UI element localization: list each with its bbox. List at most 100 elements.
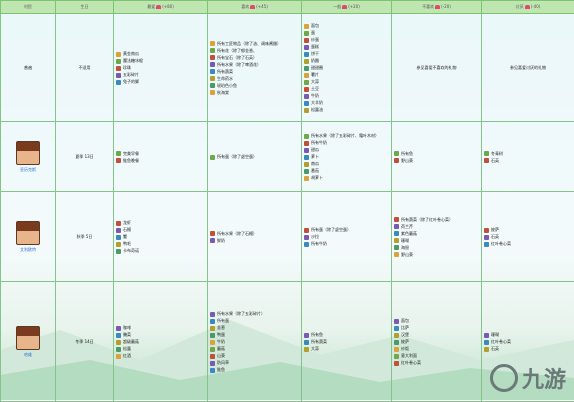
gift-item-icon (116, 66, 121, 71)
list-item: 所有工匠物品（除了油、调味酱醋） (210, 40, 299, 47)
neutral-list: 所有水果（除了五彩碎片、霜叶木材）所有牛奶甜瓜萝卜南瓜番茄胡萝卜 (304, 132, 389, 181)
gift-item-icon (394, 245, 399, 250)
gift-item-label: 紫色蘑菇 (401, 231, 417, 236)
neutral-list: 所有蛋（除了虚空蛋）沙拉所有牛奶 (304, 226, 389, 247)
gift-item-icon (304, 59, 309, 64)
love-list: 完美早餐鲑鱼晚餐 (116, 150, 205, 164)
list-item: 野山葵 (394, 251, 479, 258)
gift-item-icon (210, 83, 215, 88)
love-cell: 龙虾石榴蟹鸭毛卡布奇诺 (114, 192, 208, 282)
gift-item-label: 所有牛奶 (311, 241, 327, 246)
gift-item-label: 石英 (491, 346, 499, 351)
gift-item-icon (304, 24, 309, 29)
heart-icon (525, 5, 530, 9)
gift-item-icon (116, 221, 121, 226)
list-item: 汉堡 (394, 331, 479, 338)
gift-item-icon (116, 228, 121, 233)
list-item: 松露油 (304, 106, 389, 113)
list-item: 所有水果（除了五彩碎片、霜叶木材） (304, 132, 389, 139)
gift-item-label: 鲑鱼晚餐 (123, 158, 139, 163)
dislike-reference-text: 参见喜爱不喜欢的礼物 (417, 65, 457, 70)
gift-item-icon (210, 319, 215, 324)
gift-item-icon (484, 235, 489, 240)
like-cell: 所有蛋（除了虚空蛋） (208, 122, 302, 192)
gift-item-icon (116, 354, 121, 359)
villager-portrait (16, 326, 40, 350)
gift-item-label: 所有工匠物品（除了油、调味酱醋） (217, 41, 281, 46)
heart-icon (435, 5, 440, 9)
neutral-list: 所有鱼所有蔬菜大蒜 (304, 331, 389, 352)
gift-item-label: 大羊奶 (311, 100, 323, 105)
gift-item-label: 山葵 (217, 353, 225, 358)
gift-item-label: 蛋 (311, 30, 315, 35)
gift-item-label: 松露 (123, 346, 131, 351)
gift-table: 村民 生日 最爱(+80) 喜欢(+45) 一般(+20) 不喜欢(-20) 讨… (0, 0, 574, 402)
gift-item-label: 防风草 (217, 360, 229, 365)
gift-item-label: 红叶卷心菜 (491, 339, 511, 344)
list-item: 所有蛋（除了虚空蛋） (304, 226, 389, 233)
list-item: 卡布奇诺 (116, 247, 205, 254)
gift-item-label: 面包 (401, 318, 409, 323)
gift-item-icon (304, 134, 309, 139)
list-item: 蛋糕 (304, 43, 389, 50)
neutral-list: 面包蛋炒蛋蛋糕饼干奶酪甜甜圈薯片大蒜土豆牛奶大羊奶松露油 (304, 22, 389, 113)
column-header-birthday: 生日 (56, 1, 114, 14)
gift-item-icon (484, 158, 489, 163)
list-item: 紫色蘑菇 (394, 230, 479, 237)
gift-item-icon (394, 224, 399, 229)
list-item: 面包 (394, 317, 479, 324)
gift-item-icon (116, 347, 121, 352)
gift-item-label: 面包 (311, 23, 319, 28)
gift-item-icon (210, 361, 215, 366)
list-item: 珊瑚 (394, 237, 479, 244)
gift-item-label: 南瓜 (311, 161, 319, 166)
villager-name[interactable]: 艾利欧特 (20, 247, 36, 252)
dislike-cell: 面包比萨汉堡披萨炒饭意大利面红叶卷心菜 (392, 282, 482, 402)
gift-item-label: 所有牛奶 (311, 140, 327, 145)
gift-item-icon (304, 176, 309, 181)
gift-item-label: 海胆 (401, 245, 409, 250)
gift-item-icon (394, 217, 399, 222)
gift-item-label: 琥珀色小鱼 (217, 83, 237, 88)
gift-item-label: 沙拉 (311, 234, 319, 239)
list-item: 所有蔬菜 (210, 68, 299, 75)
logo-icon (490, 364, 518, 392)
love-cell: 完美早餐鲑鱼晚餐 (114, 122, 208, 192)
gift-item-icon (394, 333, 399, 338)
gift-item-icon (484, 151, 489, 156)
gift-item-label: 蟹 (123, 234, 127, 239)
gift-item-icon (394, 361, 399, 366)
hate-cell: 披萨石英红叶卷心菜 (482, 192, 574, 282)
table-row: 亚历克斯夏季 13日完美早餐鲑鱼晚餐所有蛋（除了虚空蛋）所有水果（除了五彩碎片、… (1, 122, 574, 192)
villager-cell: 艾利欧特 (1, 192, 56, 282)
gift-item-icon (210, 231, 215, 236)
gift-item-icon (484, 333, 489, 338)
gift-item-label: 披萨 (491, 227, 499, 232)
gift-item-icon (116, 326, 121, 331)
gift-item-icon (116, 73, 121, 78)
list-item: 所有蔬菜 (304, 338, 389, 345)
gift-item-label: 魔法糖冰棍 (123, 58, 143, 63)
column-header-dislike: 不喜欢(-20) (392, 1, 482, 14)
list-item: 琥珀色小鱼 (210, 82, 299, 89)
villager-name[interactable]: 亚历克斯 (20, 167, 36, 172)
gift-item-label: 卡布奇诺 (123, 248, 139, 253)
gift-item-icon (210, 69, 215, 74)
gift-item-label: 披萨 (401, 339, 409, 344)
hate-list: 珊瑚红叶卷心菜石英 (484, 331, 572, 352)
gift-item-label: 鲜奶 (217, 238, 225, 243)
list-item: 石榴 (116, 226, 205, 233)
list-item: 鲑鱼晚餐 (116, 157, 205, 164)
gift-item-icon (304, 333, 309, 338)
villager-name[interactable]: 哈维 (24, 352, 32, 357)
hate-reference-text: 参见喜爱讨厌的礼物 (510, 65, 546, 70)
list-item: 蟹 (116, 233, 205, 240)
list-item: 蛋 (304, 29, 389, 36)
list-item: 土豆 (304, 85, 389, 92)
gift-item-label: 土豆 (311, 86, 319, 91)
gift-item-label: 胡萝卜 (311, 175, 323, 180)
gift-item-label: 超级蘑菇 (123, 339, 139, 344)
gift-item-label: 所有鱼 (401, 151, 413, 156)
gift-item-label: 奶酪 (311, 58, 319, 63)
gift-item-label: 炒蛋 (311, 37, 319, 42)
